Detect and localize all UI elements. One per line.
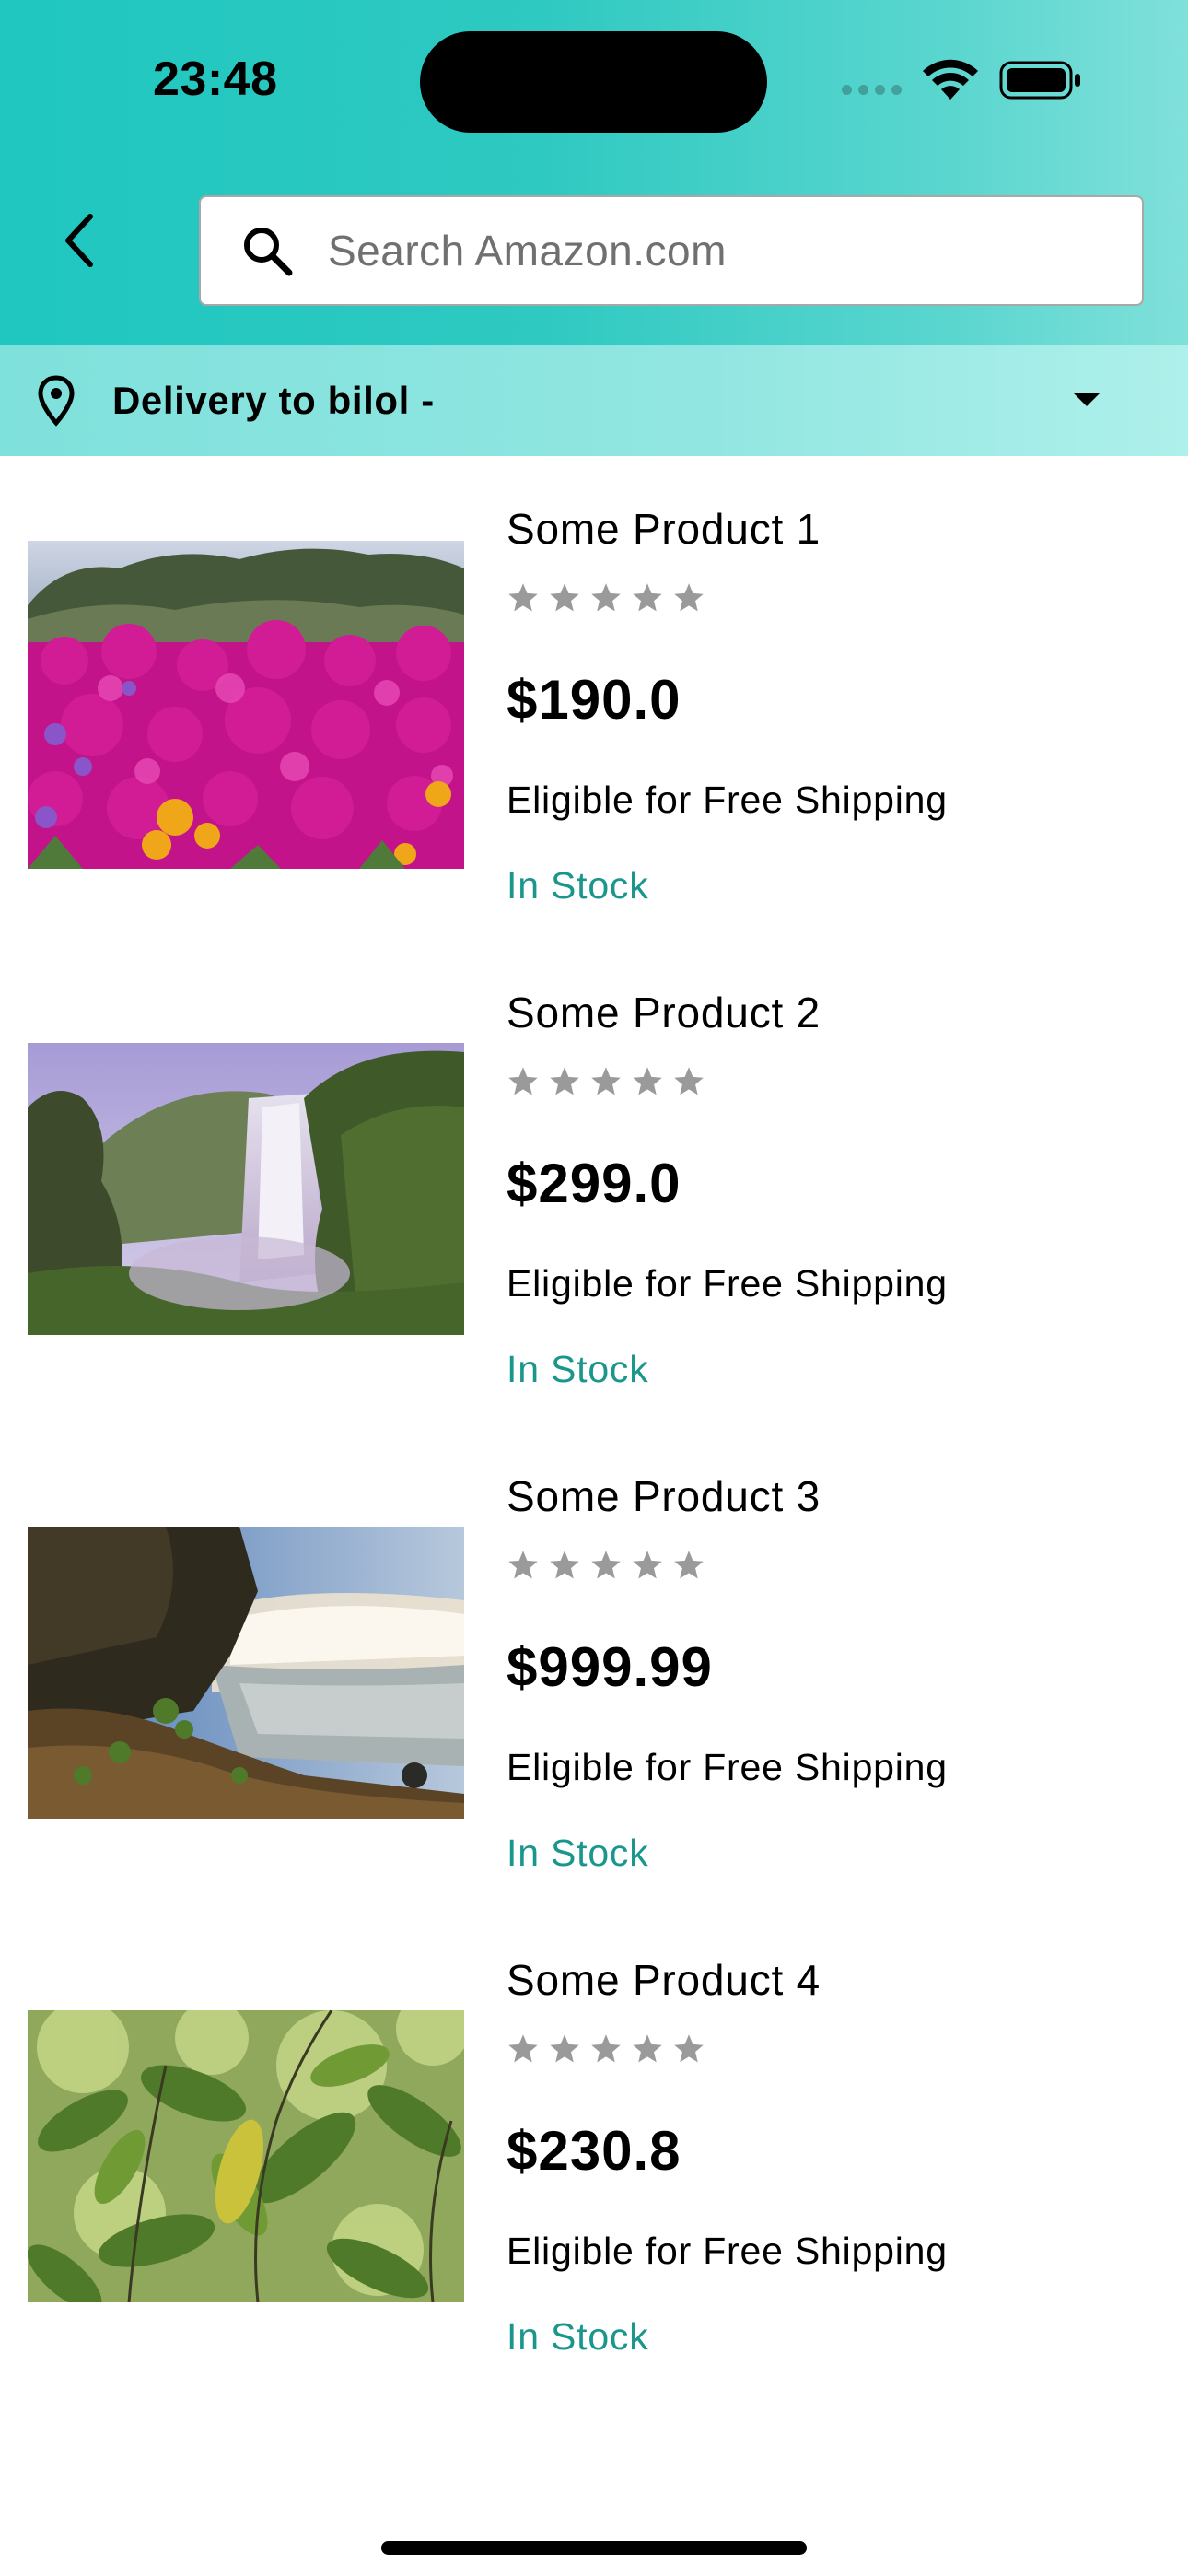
star-icon [591,1551,621,1579]
star-rating [507,2032,705,2066]
product-name[interactable]: Some Product 2 [507,988,821,1037]
star-icon [508,1067,538,1095]
product-price: $190.0 [507,669,681,731]
product-image[interactable] [28,1527,464,1819]
star-icon [550,1551,579,1579]
chevron-left-icon [65,214,93,267]
product-item[interactable]: Some Product 3 $999.99 Eligible for Free… [0,1423,1188,1907]
star-icon [633,1551,662,1579]
cellular-signal-icon [842,85,902,95]
shipping-info: Eligible for Free Shipping [507,2230,948,2272]
star-icon [508,2034,538,2063]
waterfall-image [28,1043,464,1335]
star-icon [633,1067,662,1095]
stock-status: In Stock [507,2315,649,2358]
product-image[interactable] [28,1043,464,1335]
flowers-image [28,541,464,869]
wifi-icon [923,59,978,100]
delivery-bar[interactable]: Delivery to bilol - [0,345,1188,456]
product-item[interactable]: Some Product 2 $299.0 Eligible for Free … [0,940,1188,1423]
product-image[interactable] [28,541,464,869]
search-input[interactable]: Search Amazon.com [199,195,1144,306]
product-item[interactable]: Some Product 4 $230.8 Eligible for Free … [0,1907,1188,2391]
app-bar: 23:48 Search Amazon.com [0,0,1188,345]
star-icon [550,2034,579,2063]
star-icon [508,583,538,612]
product-name[interactable]: Some Product 3 [507,1471,821,1521]
product-price: $299.0 [507,1153,681,1214]
product-name[interactable]: Some Product 1 [507,504,821,554]
product-name[interactable]: Some Product 4 [507,1955,821,2005]
dynamic-island [420,31,767,133]
star-icon [633,583,662,612]
shipping-info: Eligible for Free Shipping [507,1262,948,1305]
leaves-image [28,2010,464,2302]
star-icon [550,583,579,612]
status-time: 23:48 [153,53,278,106]
product-item[interactable]: Some Product 1 $190.0 Eligible for Free … [0,456,1188,940]
star-icon [591,583,621,612]
star-icon [674,1551,704,1579]
star-rating [507,1065,705,1098]
star-icon [674,1067,704,1095]
product-price: $999.99 [507,1636,713,1698]
battery-icon [999,61,1080,100]
caret-down-icon[interactable] [1074,393,1100,406]
delivery-address-text: Delivery to bilol - [112,379,435,422]
stock-status: In Stock [507,1832,649,1874]
search-placeholder: Search Amazon.com [328,227,727,275]
shipping-info: Eligible for Free Shipping [507,779,948,821]
star-icon [674,583,704,612]
shipping-info: Eligible for Free Shipping [507,1746,948,1788]
back-button[interactable] [52,208,107,273]
product-price: $230.8 [507,2120,681,2182]
star-icon [591,1067,621,1095]
stock-status: In Stock [507,1348,649,1390]
star-icon [550,1067,579,1095]
star-rating [507,581,705,615]
stock-status: In Stock [507,864,649,907]
search-icon [238,221,297,280]
star-icon [633,2034,662,2063]
home-indicator[interactable] [381,2541,807,2555]
star-icon [508,1551,538,1579]
river-waterfall-image [28,1527,464,1819]
product-image[interactable] [28,2010,464,2302]
star-icon [674,2034,704,2063]
star-rating [507,1549,705,1582]
star-icon [591,2034,621,2063]
location-pin-icon [33,373,79,428]
